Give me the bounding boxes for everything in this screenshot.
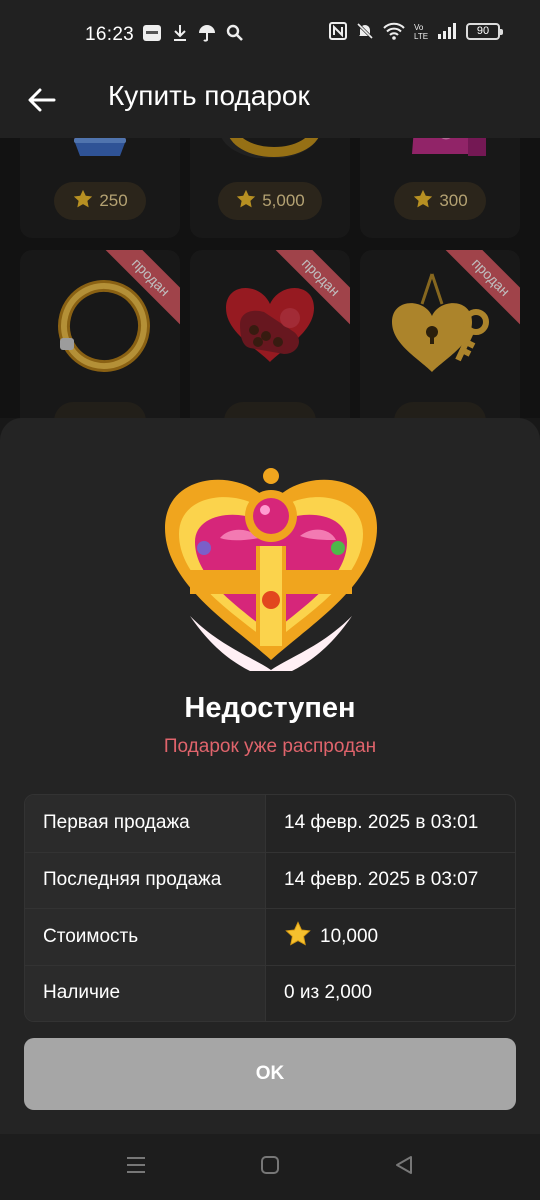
nfc-icon <box>329 22 347 40</box>
home-square-icon <box>260 1155 280 1180</box>
svg-text:Vo: Vo <box>414 23 424 32</box>
heart-brooch-gift-icon <box>160 466 382 680</box>
star-icon <box>284 920 312 954</box>
status-left-icons <box>142 24 244 42</box>
info-value: 0 из 2,000 <box>284 982 372 1004</box>
news-icon <box>142 24 162 42</box>
flower-pot-gift-icon <box>64 138 136 163</box>
price-value: 10,000 <box>320 925 379 947</box>
wifi-icon <box>383 22 405 40</box>
pink-box-gift-icon <box>410 138 490 163</box>
heart-locket-key-gift-icon <box>380 270 500 385</box>
gift-card[interactable]: 300 <box>360 138 520 238</box>
back-triangle-icon <box>394 1155 414 1180</box>
download-icon <box>172 24 188 42</box>
chocolate-heart-box-gift-icon <box>210 274 330 379</box>
arrow-left-icon <box>28 88 56 117</box>
status-right-icons: Vo LTE 90 <box>329 22 503 40</box>
gift-card[interactable]: 5,000 <box>190 138 350 238</box>
star-icon <box>72 188 94 215</box>
sheet-title: Недоступен <box>184 692 356 724</box>
info-row-first-sale: Первая продажа 14 февр. 2025 в 03:01 <box>25 795 515 852</box>
search-icon <box>226 24 244 42</box>
bracelet-gift-icon <box>46 276 154 381</box>
battery-icon: 90 <box>466 22 503 40</box>
info-row-price: Стоимость 10,000 <box>25 908 515 965</box>
info-value: 14 февр. 2025 в 03:07 <box>284 869 479 891</box>
gift-card[interactable]: продан <box>360 250 520 428</box>
star-icon <box>412 188 434 215</box>
app-header: Купить подарок <box>0 72 540 138</box>
price-value: 300 <box>439 191 468 210</box>
info-label: Наличие <box>25 965 266 1021</box>
mute-icon <box>356 22 374 40</box>
gift-card[interactable]: продан <box>190 250 350 428</box>
back-button[interactable] <box>22 80 62 124</box>
gift-card[interactable]: 250 <box>20 138 180 238</box>
price-value: 250 <box>99 191 128 210</box>
ok-button[interactable]: OK <box>24 1038 516 1110</box>
price-pill: 300 <box>394 182 486 220</box>
gift-card[interactable]: продан <box>20 250 180 428</box>
info-row-last-sale: Последняя продажа 14 февр. 2025 в 03:07 <box>25 851 515 908</box>
info-label: Последняя продажа <box>25 852 266 908</box>
gift-info-table: Первая продажа 14 февр. 2025 в 03:01 Пос… <box>24 794 516 1022</box>
info-label: Первая продажа <box>25 795 266 852</box>
ring-gift-icon <box>220 138 320 163</box>
svg-text:LTE: LTE <box>414 32 428 40</box>
price-pill: 5,000 <box>218 182 322 220</box>
gift-grid: 250 5,000 300 продан продан продан <box>20 138 520 428</box>
sheet-subtitle: Подарок уже распродан <box>163 736 377 757</box>
nav-home-button[interactable] <box>250 1152 290 1182</box>
info-value: 14 февр. 2025 в 03:01 <box>284 812 479 834</box>
nav-menu-button[interactable] <box>116 1152 156 1182</box>
price-pill: 250 <box>54 182 146 220</box>
status-time: 16:23 <box>85 24 135 45</box>
menu-icon <box>125 1155 147 1180</box>
info-label: Стоимость <box>25 909 266 965</box>
signal-icon <box>437 22 457 40</box>
volte-icon: Vo LTE <box>414 22 428 40</box>
price-value: 5,000 <box>262 191 305 210</box>
gift-details-sheet: Недоступен Подарок уже распродан Первая … <box>0 418 540 1134</box>
status-bar: 16:23 Vo LTE 90 <box>0 0 540 72</box>
nav-back-button[interactable] <box>384 1152 424 1182</box>
page-title: Купить подарок <box>108 80 310 111</box>
info-value-price: 10,000 <box>266 909 515 965</box>
star-icon <box>235 188 257 215</box>
umbrella-icon <box>198 24 216 42</box>
info-row-availability: Наличие 0 из 2,000 <box>25 964 515 1021</box>
system-nav-bar <box>0 1134 540 1200</box>
